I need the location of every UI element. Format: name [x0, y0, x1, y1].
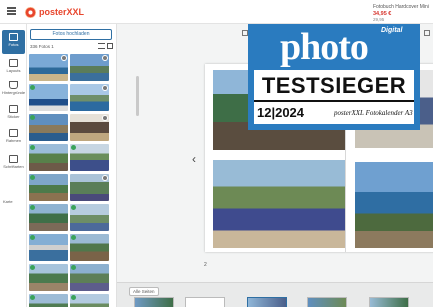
top-bar: posterXXL Fotobuch Hardcover Mini 34,95 …	[0, 0, 433, 24]
check-icon	[71, 145, 76, 150]
logo[interactable]: posterXXL	[25, 5, 84, 19]
rail-item-fonts[interactable]: Schriftarten	[2, 152, 25, 176]
rail-label: Fotos	[8, 42, 19, 47]
badge-panel: TESTSIEGER 12|2024 posterXXL Fotokalende…	[254, 70, 414, 124]
photo-thumbnail[interactable]	[70, 174, 109, 201]
photos-icon	[9, 33, 18, 41]
award-badge: Digital photo TESTSIEGER 12|2024 posterX…	[248, 24, 420, 130]
scrollbar[interactable]	[136, 76, 139, 116]
usage-badge	[102, 115, 108, 121]
check-icon	[30, 115, 35, 120]
filter-icon[interactable]	[98, 43, 105, 49]
rail-item-frames[interactable]: Rahmen	[2, 126, 25, 150]
check-icon	[30, 175, 35, 180]
photo-thumbnail[interactable]	[70, 294, 109, 307]
grid-view-icon[interactable]	[107, 43, 113, 49]
usage-badge	[102, 85, 108, 91]
badge-date: 12|2024	[257, 105, 305, 120]
map-label[interactable]: Karte	[3, 199, 13, 204]
previous-page-arrow-icon[interactable]: ‹	[192, 153, 196, 165]
photo-thumbnail[interactable]	[29, 174, 68, 201]
badge-divider	[254, 100, 414, 102]
rail-label: Sticker	[7, 114, 20, 119]
sticker-icon	[9, 105, 18, 113]
check-icon	[71, 295, 76, 300]
badge-digital-label: Digital	[381, 27, 403, 34]
text-icon	[9, 155, 18, 163]
page-thumbnail[interactable]	[185, 297, 225, 307]
tool-rail: Fotos Layouts Hintergründe Sticker Rahme…	[0, 24, 27, 307]
photo-slot[interactable]	[355, 162, 433, 248]
usage-badge	[61, 55, 67, 61]
check-icon	[71, 235, 76, 240]
photo-count: 336 Fotos 1	[30, 44, 54, 49]
check-icon	[30, 85, 35, 90]
frame-icon	[9, 129, 18, 137]
check-icon	[71, 265, 76, 270]
badge-product: posterXXL Fotokalender A3	[334, 109, 413, 117]
photo-thumbnail[interactable]	[29, 144, 68, 171]
photo-thumbnail[interactable]	[29, 234, 68, 261]
photo-thumbnail[interactable]	[29, 114, 68, 141]
paint-bucket-icon	[9, 81, 18, 89]
page-thumbnail[interactable]	[307, 297, 347, 307]
thumbnail-grid	[29, 54, 113, 307]
badge-magazine-name: photo	[280, 26, 369, 68]
rail-item-photos[interactable]: Fotos	[2, 30, 25, 54]
check-icon	[71, 205, 76, 210]
photo-thumbnail[interactable]	[70, 204, 109, 231]
rail-label: Schriftarten	[3, 164, 24, 169]
all-pages-button[interactable]: Alle Seiten	[129, 287, 159, 296]
check-icon	[30, 205, 35, 210]
photo-panel: Fotos hochladen 336 Fotos 1	[27, 24, 139, 307]
usage-badge	[102, 55, 108, 61]
check-icon	[30, 145, 35, 150]
check-icon	[30, 295, 35, 300]
page-strip: Alle Seiten	[117, 282, 433, 307]
page-number: 2	[204, 262, 207, 268]
check-icon	[30, 265, 35, 270]
price-old: 29,95	[373, 17, 385, 22]
photo-thumbnail[interactable]	[70, 234, 109, 261]
photo-thumbnail[interactable]	[29, 294, 68, 307]
photo-thumbnail[interactable]	[29, 204, 68, 231]
photo-thumbnail[interactable]	[29, 84, 68, 111]
rail-label: Layouts	[6, 68, 21, 73]
rail-label: Hintergründe	[2, 90, 26, 95]
usage-badge	[102, 175, 108, 181]
page-thumbnail[interactable]	[134, 297, 174, 307]
photo-slot[interactable]	[213, 160, 345, 248]
layouts-icon	[9, 59, 18, 67]
product-name: Fotobuch Hardcover Mini	[373, 4, 429, 10]
rail-item-backgrounds[interactable]: Hintergründe	[2, 78, 25, 102]
photo-thumbnail[interactable]	[29, 54, 68, 81]
hamburger-menu-icon[interactable]	[7, 7, 16, 15]
badge-title: TESTSIEGER	[261, 73, 407, 98]
photo-thumbnail[interactable]	[70, 54, 109, 81]
app-window: posterXXL Fotobuch Hardcover Mini 34,95 …	[0, 0, 433, 307]
upload-photos-button[interactable]: Fotos hochladen	[30, 29, 112, 40]
photo-thumbnail[interactable]	[70, 144, 109, 171]
rail-label: Rahmen	[5, 138, 22, 143]
check-icon	[30, 235, 35, 240]
photo-thumbnail[interactable]	[70, 84, 109, 111]
photo-thumbnail[interactable]	[70, 114, 109, 141]
photo-thumbnail[interactable]	[70, 264, 109, 291]
rail-item-layouts[interactable]: Layouts	[2, 56, 25, 80]
rail-item-sticker[interactable]: Sticker	[2, 102, 25, 126]
posterxxl-logo-icon	[25, 6, 36, 18]
settings-tool-icon[interactable]	[424, 30, 430, 36]
photo-thumbnail[interactable]	[29, 264, 68, 291]
logo-text: posterXXL	[39, 7, 85, 17]
page-thumbnail[interactable]	[247, 297, 287, 307]
page-thumbnail[interactable]	[369, 297, 409, 307]
